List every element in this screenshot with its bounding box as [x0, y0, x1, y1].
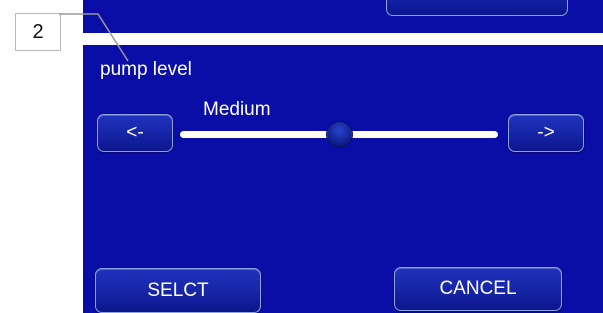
increase-button[interactable]: -> [508, 114, 584, 152]
top-panel-strip [83, 0, 603, 33]
pump-level-slider-thumb[interactable] [326, 122, 352, 147]
cancel-button[interactable]: CANCEL [394, 267, 562, 311]
pump-level-title: pump level [100, 59, 192, 80]
select-button[interactable]: SELCT [95, 268, 261, 313]
slider-value-label: Medium [203, 99, 271, 120]
decrease-button[interactable]: <- [97, 114, 173, 152]
callout-number: 2 [15, 13, 61, 51]
top-button-partial[interactable] [386, 0, 568, 16]
